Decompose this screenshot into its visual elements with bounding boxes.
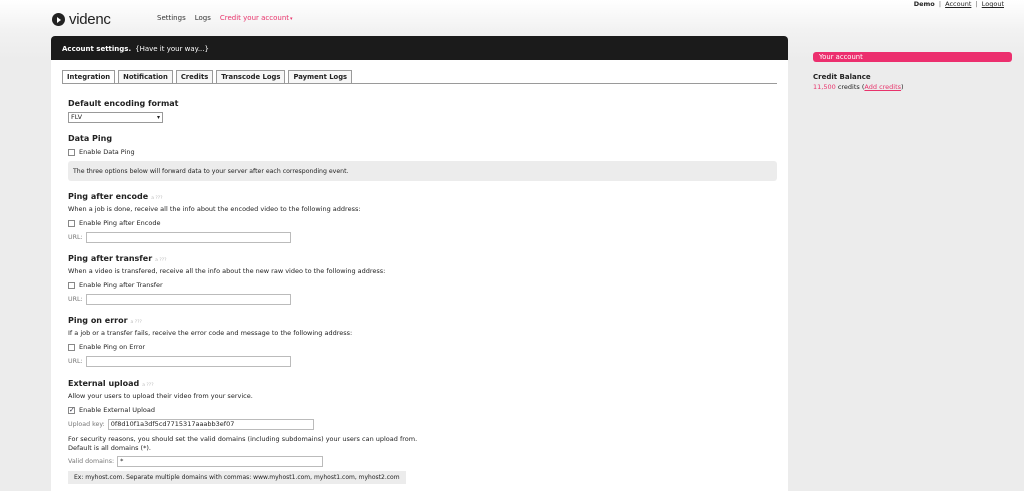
ping-error-title: Ping on error	[68, 316, 128, 325]
play-icon	[52, 13, 65, 26]
tab-payment-logs[interactable]: Payment Logs	[288, 70, 353, 84]
help-icon[interactable]: a ???	[131, 320, 142, 325]
valid-domains-field: Valid domains: *	[68, 456, 324, 467]
tabs: Integration Notification Credits Transco…	[62, 70, 353, 84]
ping-transfer-desc: When a video is transfered, receive all …	[68, 267, 386, 275]
brand-name: videnc	[69, 11, 111, 28]
nav-credit-label: Credit your account	[219, 14, 290, 22]
ping-error-heading: Ping on error a ???	[68, 316, 142, 325]
data-ping-option: Enable Data Ping	[68, 148, 135, 156]
help-icon[interactable]: a ???	[142, 383, 153, 388]
logo[interactable]: videnc	[52, 11, 111, 28]
ping-transfer-label: Enable Ping after Transfer	[79, 281, 163, 289]
url-label: URL:	[68, 234, 83, 241]
domains-example: Ex: myhost.com. Separate multiple domain…	[68, 471, 406, 484]
ping-error-option: Enable Ping on Error	[68, 343, 145, 351]
panel-subtitle: {Have it your way...}	[135, 45, 209, 53]
data-ping-label: Enable Data Ping	[79, 148, 135, 156]
url-label: URL:	[68, 296, 83, 303]
external-upload-title: External upload	[68, 379, 140, 388]
nav-settings[interactable]: Settings	[157, 14, 186, 22]
encoding-heading: Default encoding format	[68, 99, 179, 108]
ping-error-desc: If a job or a transfer fails, receive th…	[68, 329, 353, 337]
upload-key-field: Upload key: 0f8d10f1a3df5cd7715317aaabb3…	[68, 419, 314, 430]
ping-transfer-option: Enable Ping after Transfer	[68, 281, 163, 289]
top-nav: Settings Logs Credit your account▾	[157, 14, 293, 22]
credits-amount: 11,500	[813, 83, 836, 91]
account-link[interactable]: Account	[945, 0, 971, 8]
ping-transfer-checkbox[interactable]	[68, 281, 75, 289]
user-links: Demo | Account | Logout	[914, 0, 1004, 8]
settings-panel: Account settings. {Have it your way...} …	[51, 36, 788, 491]
panel-title: Account settings.	[62, 45, 132, 53]
external-upload-option: Enable External Upload	[68, 406, 155, 414]
data-ping-note: The three options below will forward dat…	[68, 161, 777, 181]
credit-balance: 11,500 credits (Add credits)	[813, 83, 904, 91]
ping-transfer-title: Ping after transfer	[68, 254, 153, 263]
username: Demo	[913, 0, 935, 8]
tab-credits[interactable]: Credits	[175, 70, 214, 84]
ping-encode-checkbox[interactable]	[68, 219, 75, 227]
sidebar-heading: Your account	[813, 52, 1012, 62]
external-upload-heading: External upload a ???	[68, 379, 154, 388]
security-note-1: For security reasons, you should set the…	[68, 435, 418, 443]
security-note-2: Default is all domains (*).	[68, 444, 151, 452]
separator: |	[975, 0, 978, 8]
ping-encode-heading: Ping after encode a ???	[68, 192, 163, 201]
logout-link[interactable]: Logout	[982, 0, 1004, 8]
ping-encode-desc: When a job is done, receive all the info…	[68, 205, 361, 213]
ping-error-checkbox[interactable]	[68, 343, 75, 351]
data-ping-checkbox[interactable]	[68, 148, 75, 156]
upload-key-label: Upload key:	[68, 421, 105, 428]
help-icon[interactable]: a ???	[155, 258, 166, 263]
upload-key-input[interactable]: 0f8d10f1a3df5cd7715317aaabb3ef07	[107, 419, 314, 430]
ping-error-label: Enable Ping on Error	[79, 343, 146, 351]
add-credits-link[interactable]: Add credits	[864, 83, 901, 91]
ping-encode-title: Ping after encode	[68, 192, 149, 201]
credits-word: credits	[837, 83, 860, 91]
chevron-down-icon: ▾	[290, 16, 293, 22]
separator: |	[938, 0, 942, 8]
ping-error-url-field: URL:	[68, 356, 291, 367]
valid-domains-input[interactable]: *	[117, 456, 324, 467]
panel-header: Account settings. {Have it your way...}	[51, 36, 788, 60]
tab-notification[interactable]: Notification	[118, 70, 173, 84]
encoding-select[interactable]: FLV	[68, 112, 163, 123]
help-icon[interactable]: a ???	[151, 196, 162, 201]
ping-transfer-heading: Ping after transfer a ???	[68, 254, 167, 263]
credit-balance-title: Credit Balance	[813, 73, 871, 81]
tab-transcode-logs[interactable]: Transcode Logs	[216, 70, 286, 84]
nav-credit-account[interactable]: Credit your account▾	[220, 14, 293, 22]
external-upload-label: Enable External Upload	[79, 406, 156, 414]
ping-encode-option: Enable Ping after Encode	[68, 219, 160, 227]
external-upload-checkbox[interactable]	[68, 406, 75, 414]
ping-encode-url-field: URL:	[68, 232, 291, 243]
account-sidebar: Your account Credit Balance 11,500 credi…	[813, 52, 1012, 91]
url-label: URL:	[68, 358, 83, 365]
ping-encode-label: Enable Ping after Encode	[79, 219, 161, 227]
external-upload-desc: Allow your users to upload their video f…	[68, 392, 253, 400]
ping-encode-url-input[interactable]	[85, 232, 291, 243]
tabs-divider	[62, 83, 777, 84]
integration-content: Default encoding format FLV Data Ping En…	[68, 96, 778, 484]
nav-logs[interactable]: Logs	[195, 14, 211, 22]
tab-integration[interactable]: Integration	[62, 70, 116, 84]
ping-transfer-url-input[interactable]	[85, 294, 291, 305]
ping-error-url-input[interactable]	[85, 356, 291, 367]
valid-domains-label: Valid domains:	[68, 458, 115, 465]
data-ping-heading: Data Ping	[68, 134, 113, 143]
ping-transfer-url-field: URL:	[68, 294, 291, 305]
